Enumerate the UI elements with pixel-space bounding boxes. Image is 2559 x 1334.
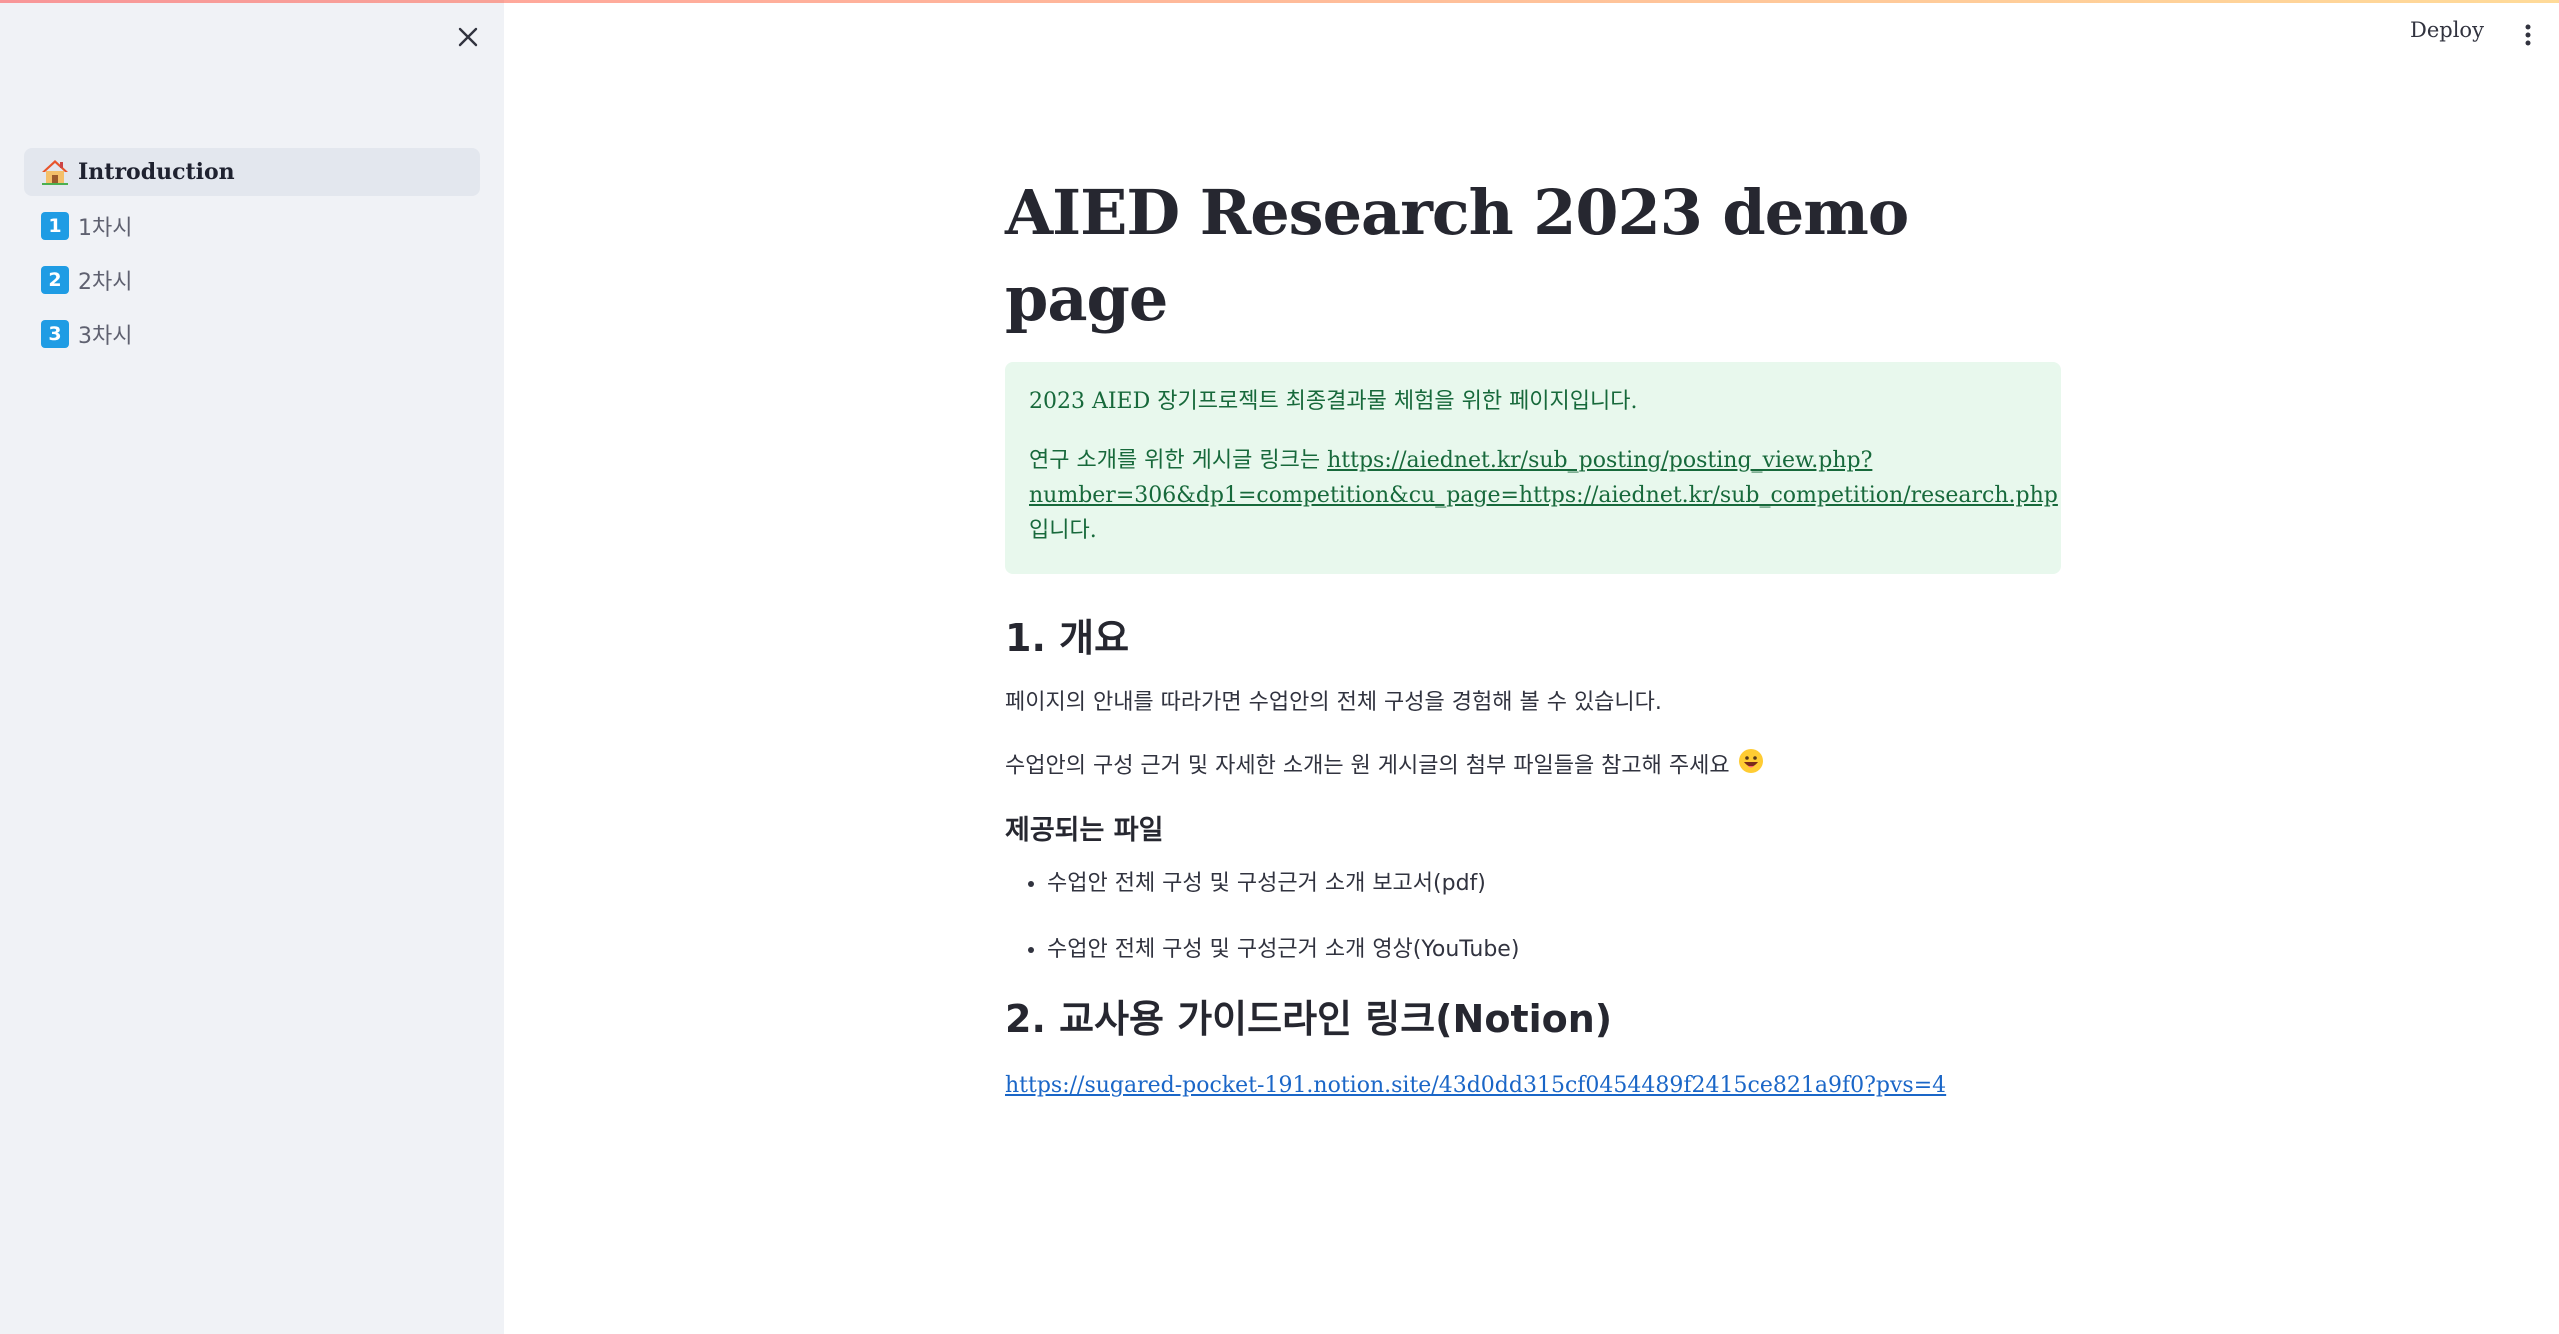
callout-link-prefix: 연구 소개를 위한 게시글 링크는 [1029, 448, 1328, 473]
callout-text-intro: 2023 AIED 장기프로젝트 최종결과물 체험을 위한 페이지입니다. [1029, 389, 1638, 414]
callout-link-suffix: 입니다. [1029, 518, 1097, 543]
sidebar-nav: Introduction 1 1차시 2 2차시 3 3차시 [24, 148, 480, 364]
sidebar-item-label: Introduction [78, 159, 235, 185]
sidebar-item-session-1[interactable]: 1 1차시 [24, 202, 480, 250]
provided-files-list: 수업안 전체 구성 및 구성근거 소개 보고서(pdf) 수업안 전체 구성 및… [1005, 867, 2061, 967]
list-item: 수업안 전체 구성 및 구성근거 소개 영상(YouTube) [1047, 933, 2061, 967]
sidebar-item-label: 3차시 [78, 324, 133, 349]
main-content: AIED Research 2023 demo page 2023 AIED 장… [1005, 170, 2061, 1103]
list-item: 수업안 전체 구성 및 구성근거 소개 보고서(pdf) [1047, 867, 2061, 901]
house-icon [40, 157, 70, 187]
sidebar: Introduction 1 1차시 2 2차시 3 3차시 [0, 0, 504, 1334]
sidebar-item-label: 2차시 [78, 270, 133, 295]
keycap-2-icon: 2 [40, 265, 70, 295]
keycap-1-icon: 1 [40, 211, 70, 241]
section-heading-teacher-guide: 2. 교사용 가이드라인 링크(Notion) [1005, 997, 1613, 1041]
overview-paragraph-2: 수업안의 구성 근거 및 자세한 소개는 원 게시글의 첨부 파일들을 참고해 … [1005, 748, 2061, 785]
top-decoration-strip [0, 0, 2559, 3]
grinning-face-icon [1738, 748, 1764, 785]
number-badge: 1 [41, 212, 69, 240]
close-icon [458, 27, 478, 47]
notion-guide-link[interactable]: https://sugared-pocket-191.notion.site/4… [1005, 1069, 1946, 1103]
overview-paragraph-1: 페이지의 안내를 따라가면 수업안의 전체 구성을 경험해 볼 수 있습니다. [1005, 690, 1662, 715]
sidebar-item-introduction[interactable]: Introduction [24, 148, 480, 196]
page-title: AIED Research 2023 demo page [1005, 176, 1909, 335]
provided-files-heading: 제공되는 파일 [1005, 815, 1164, 846]
number-badge: 3 [41, 320, 69, 348]
section-heading-overview: 1. 개요 [1005, 616, 1130, 660]
success-callout: 2023 AIED 장기프로젝트 최종결과물 체험을 위한 페이지입니다. 연구… [1005, 362, 2061, 574]
kebab-menu-icon [2525, 24, 2531, 46]
deploy-button[interactable]: Deploy [2410, 18, 2484, 42]
overview-paragraph-2-text: 수업안의 구성 근거 및 자세한 소개는 원 게시글의 첨부 파일들을 참고해 … [1005, 753, 1730, 779]
callout-text-link-paragraph: 연구 소개를 위한 게시글 링크는 https://aiednet.kr/sub… [1029, 443, 2058, 548]
number-badge: 2 [41, 266, 69, 294]
sidebar-item-session-2[interactable]: 2 2차시 [24, 256, 480, 304]
sidebar-item-label: 1차시 [78, 216, 133, 241]
main-menu-button[interactable] [2513, 20, 2543, 50]
keycap-3-icon: 3 [40, 319, 70, 349]
sidebar-item-session-3[interactable]: 3 3차시 [24, 310, 480, 358]
sidebar-close-button[interactable] [451, 20, 485, 54]
